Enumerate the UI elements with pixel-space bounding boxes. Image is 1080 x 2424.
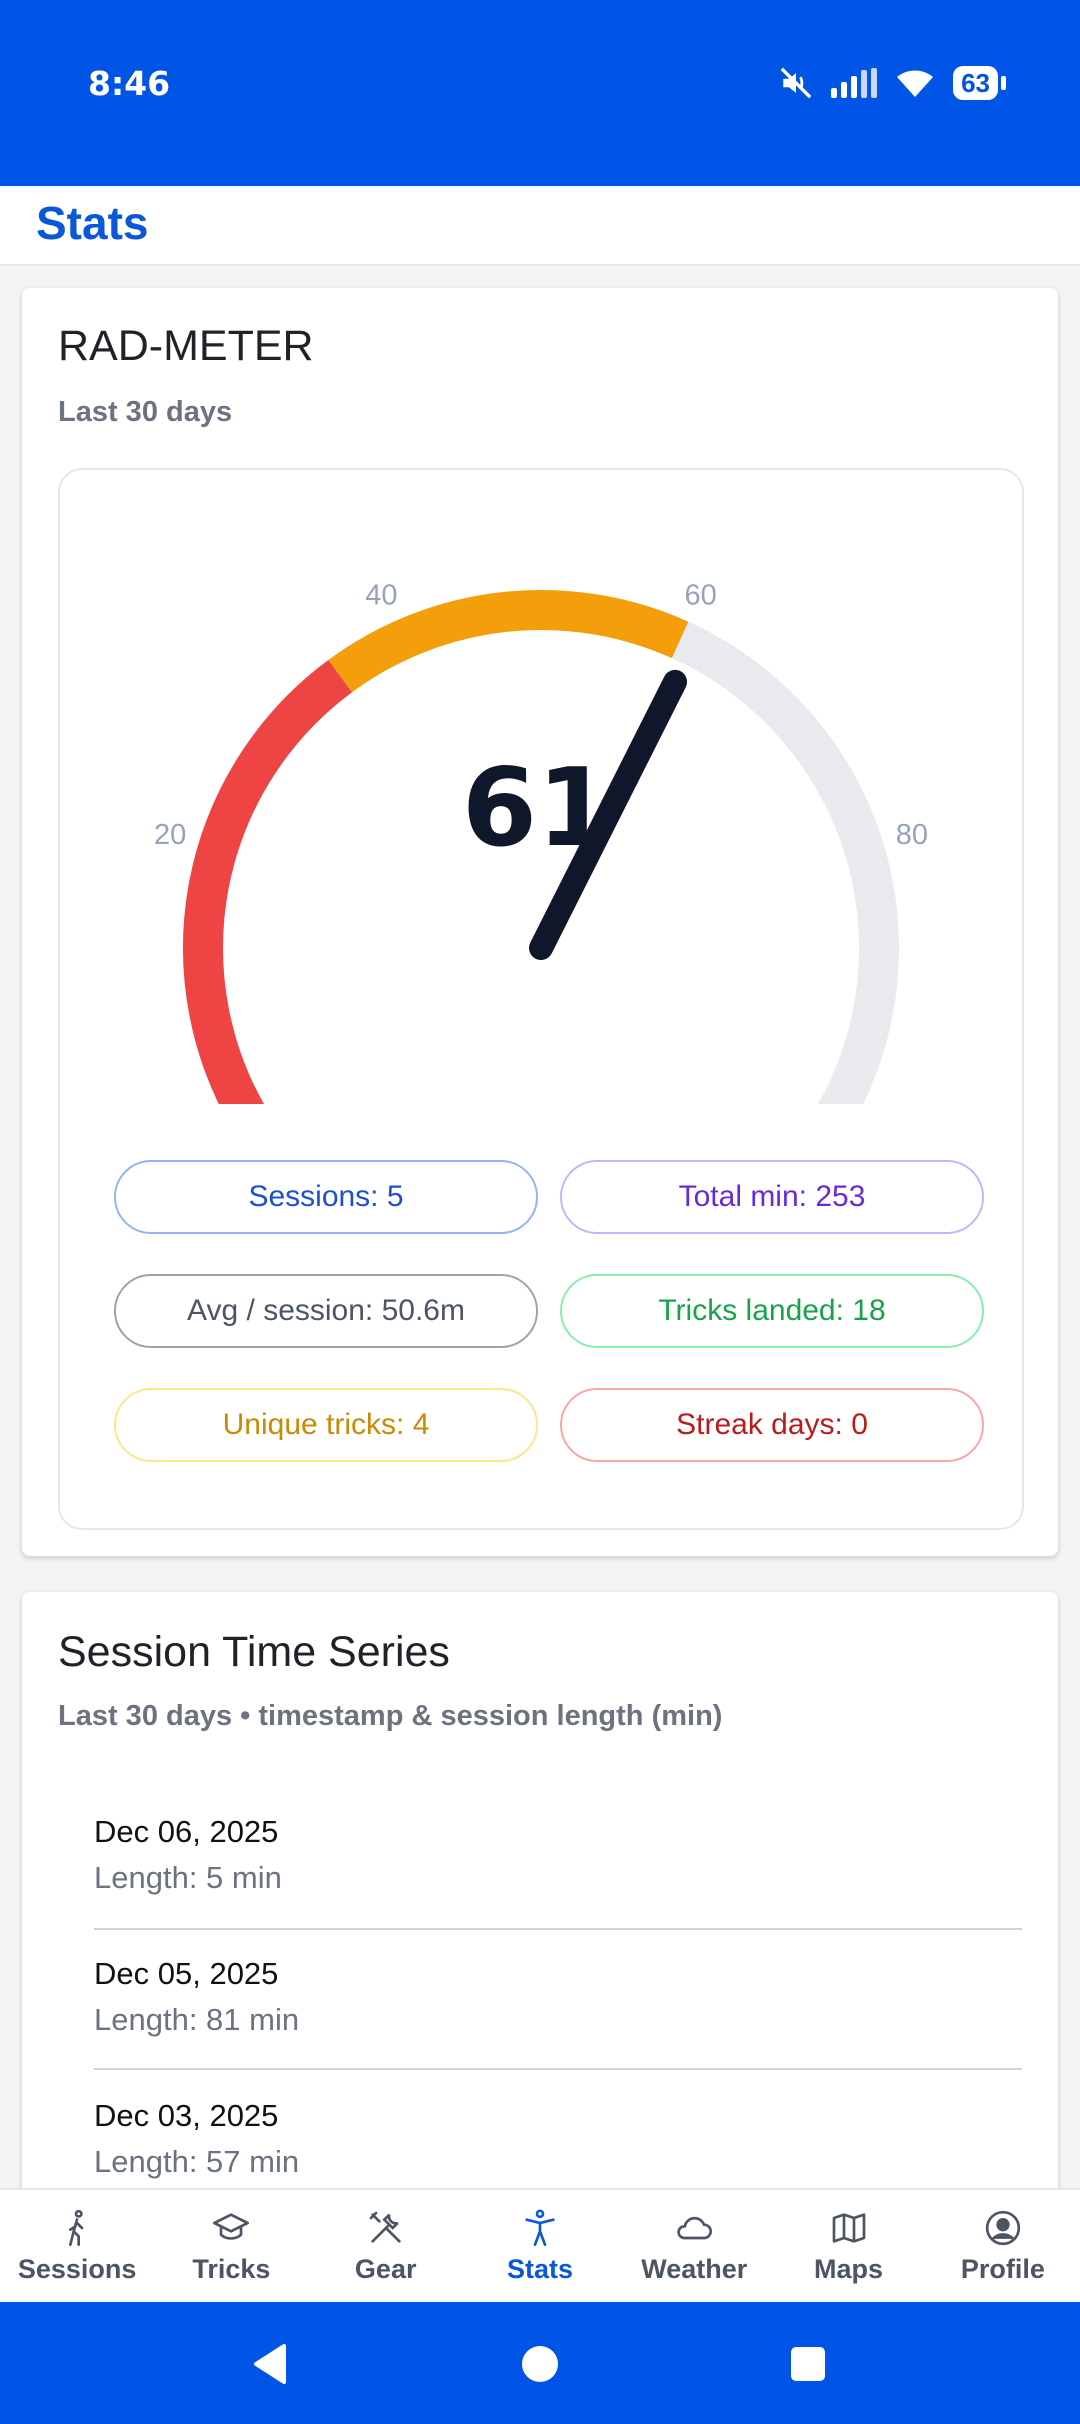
session-length: Length: 5 min — [94, 1860, 282, 1895]
sessions-chip: Sessions: 5 — [114, 1160, 538, 1234]
back-icon[interactable] — [250, 2342, 290, 2386]
nav-label: Tricks — [192, 2254, 271, 2284]
rad-gauge: 2040 608061 — [60, 579, 1022, 1110]
nav-stats[interactable]: Stats — [463, 2190, 617, 2304]
gauge-tick-label: 60 — [685, 579, 717, 611]
rad-meter-title: RAD-METER — [58, 322, 314, 370]
chip-label: Tricks landed: 18 — [658, 1294, 886, 1327]
nav-tricks[interactable]: Tricks — [154, 2190, 308, 2304]
recents-icon[interactable] — [790, 2346, 826, 2382]
rad-meter-subtitle: Last 30 days — [58, 396, 233, 428]
gauge-tick-label: 80 — [896, 819, 928, 851]
time-series-subtitle: Last 30 days • timestamp & session lengt… — [58, 1700, 723, 1732]
streak-days-chip: Streak days: 0 — [560, 1388, 984, 1462]
chip-label: Total min: 253 — [678, 1180, 866, 1213]
gauge-tick-label: 40 — [365, 579, 397, 611]
gauge-bottom-edge — [60, 1104, 1022, 1110]
nav-label: Weather — [641, 2254, 748, 2284]
rad-meter-card: RAD-METER Last 30 days 20 40 60 80 61 Sessio… — [22, 288, 1058, 1556]
divider — [94, 1928, 1022, 1930]
gauge-panel: 20 40 60 80 61 Sessions: 5 Total min: 253 Av… — [58, 468, 1024, 1530]
cloud-icon — [677, 2216, 713, 2240]
system-navigation-bar — [0, 2302, 1080, 2424]
walking-person-icon — [69, 2209, 84, 2246]
chip-label: Avg / session: 50.6m — [187, 1294, 465, 1327]
gauge-tick-label: 20 — [154, 819, 186, 851]
battery-indicator: 63 — [953, 66, 1006, 100]
session-date: Dec 05, 2025 — [94, 1956, 279, 1991]
wifi-icon — [897, 70, 934, 97]
app-bar: Stats — [0, 186, 1080, 266]
time-series-title: Session Time Series — [58, 1628, 450, 1676]
nav-label: Gear — [354, 2254, 417, 2284]
nav-sessions[interactable]: Sessions — [0, 2190, 154, 2304]
page-title: Stats — [36, 197, 149, 249]
nav-label: Stats — [506, 2254, 573, 2284]
signal-icon — [831, 68, 878, 98]
chip-label: Unique tricks: 4 — [222, 1408, 430, 1441]
chip-label: Streak days: 0 — [676, 1408, 868, 1441]
bottom-navigation: Sessions Tricks Gear Stats Weather Maps — [0, 2188, 1080, 2304]
nav-profile[interactable]: Profile — [926, 2190, 1080, 2304]
total-min-chip: Total min: 253 — [560, 1160, 984, 1234]
session-date: Dec 06, 2025 — [94, 1814, 279, 1849]
nav-label: Sessions — [17, 2254, 137, 2284]
gauge-orange-zone — [328, 590, 689, 693]
nav-gear[interactable]: Gear — [309, 2190, 463, 2304]
nav-label: Profile — [960, 2254, 1045, 2284]
stat-chips: Sessions: 5 Total min: 253 Avg / session… — [114, 1160, 984, 1462]
user-circle-icon — [985, 2210, 1020, 2246]
avg-session-chip: Avg / session: 50.6m — [114, 1274, 538, 1348]
accessibility-person-icon — [525, 2209, 555, 2246]
time-series-card: Session Time Series Last 30 days • times… — [22, 1592, 1058, 2212]
tricks-landed-chip: Tricks landed: 18 — [560, 1274, 984, 1348]
status-bar: 8:46 63 — [0, 0, 1080, 186]
session-length: Length: 81 min — [94, 2002, 300, 2037]
status-time: 8:46 — [88, 64, 171, 103]
nav-maps[interactable]: Maps — [771, 2190, 925, 2304]
chip-label: Sessions: 5 — [248, 1180, 404, 1213]
unique-tricks-chip: Unique tricks: 4 — [114, 1388, 538, 1462]
list-item[interactable]: Dec 06, 2025 Length: 5 min — [94, 1814, 1022, 1934]
graduation-cap-icon — [213, 2213, 250, 2240]
session-length: Length: 57 min — [94, 2144, 300, 2179]
list-item[interactable]: Dec 05, 2025 Length: 81 min — [94, 1956, 1022, 2076]
home-icon[interactable] — [520, 2344, 560, 2384]
nav-label: Maps — [814, 2254, 884, 2284]
status-icons: 63 — [779, 66, 1006, 100]
gauge-red-zone — [183, 660, 353, 1110]
nav-weather[interactable]: Weather — [617, 2190, 771, 2304]
mute-icon — [780, 67, 812, 99]
map-icon — [832, 2213, 865, 2243]
divider — [94, 2068, 1022, 2070]
session-date: Dec 03, 2025 — [94, 2098, 279, 2133]
tools-icon — [369, 2211, 401, 2243]
